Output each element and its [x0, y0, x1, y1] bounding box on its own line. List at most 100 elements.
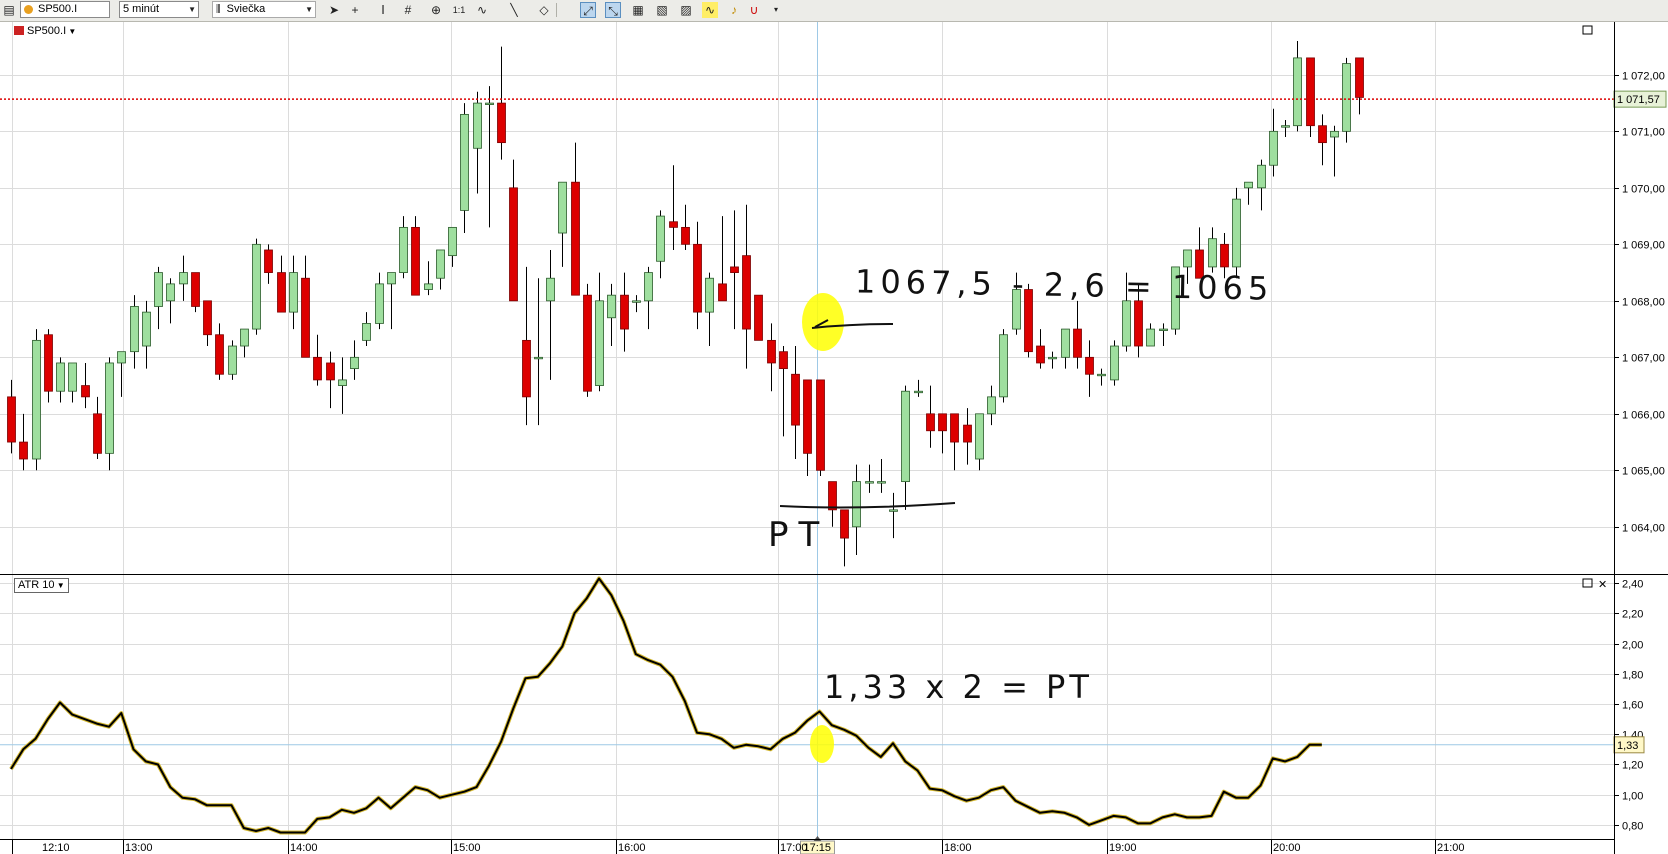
candle-bull [142, 311, 151, 347]
candle-bull [607, 294, 616, 319]
candle-bull [889, 509, 898, 512]
atr-legend[interactable]: ATR 10 ▼ [14, 578, 69, 593]
chart-area[interactable]: 17:15 12:10 13:00 14:00 15:00 16:00 17:00 18:0… [0, 22, 1668, 854]
zoom-icon[interactable]: ⊕ [428, 2, 444, 18]
candle-bull [350, 356, 359, 370]
candle-bear [803, 379, 812, 454]
time-tick-label: 20:00 [1273, 842, 1301, 854]
compare-icon[interactable]: ▧ [654, 2, 670, 18]
candle-bear [411, 226, 420, 296]
candle-bear [681, 226, 690, 245]
indicator-icon[interactable]: ∿ [474, 2, 490, 18]
candle-bull [644, 272, 653, 302]
atr-tick-label: 2,40 [1622, 579, 1643, 591]
candle-bull [999, 334, 1008, 398]
cursor-icon[interactable]: ➤ [326, 2, 342, 18]
time-tick-label: 13:00 [125, 842, 153, 854]
candle-bull [1208, 238, 1217, 268]
cursor-time-label: 17:15 [804, 842, 832, 854]
candle-bull [399, 226, 408, 273]
alert-bell-icon[interactable]: ♪ [726, 2, 742, 18]
candle-bear [840, 509, 849, 539]
candle-bull [534, 356, 543, 360]
candle-bear [754, 294, 763, 341]
candle-bear [828, 481, 837, 511]
eraser-icon[interactable]: ◇ [536, 2, 552, 18]
timeframe-value: 5 minút [123, 3, 160, 15]
candle-bear [326, 362, 335, 381]
crosshair-icon[interactable]: + [347, 2, 363, 18]
candle-bull [656, 215, 665, 262]
properties-icon[interactable]: ▨ [678, 2, 694, 18]
candle-bull [1122, 300, 1131, 347]
atr-tick-label: 1,00 [1622, 791, 1643, 803]
symbol-field[interactable]: SP500.I [20, 1, 110, 18]
chart-style-select[interactable]: ⫼ Sviečka ▼ [212, 1, 316, 18]
candle-bull [387, 272, 396, 285]
candle-bear [1036, 345, 1045, 364]
atr-tick-label: 1,80 [1622, 670, 1643, 682]
chevron-down-icon: ▼ [188, 5, 196, 14]
candle-bear [277, 272, 286, 313]
chart-style-value: Sviečka [226, 3, 266, 15]
candle-bear [926, 413, 935, 432]
candle-bear [718, 283, 727, 302]
indicator-list-icon[interactable]: ∿ [702, 2, 718, 18]
candle-bear [950, 413, 959, 443]
candle-bear [963, 424, 972, 443]
handwritten-calculation: 1067,5 - 2,6 = 1065 [854, 262, 1274, 308]
candle-bull [1097, 373, 1106, 377]
toolbar-separator [556, 3, 557, 17]
price-tick-label: 1 072,00 [1622, 71, 1665, 83]
candle-bull [240, 328, 249, 347]
candle-bull [448, 226, 457, 257]
chevron-down-icon: ▼ [305, 5, 313, 14]
candle-bull [130, 306, 139, 353]
magnet-icon[interactable]: ∪ [746, 2, 762, 18]
price-tick-label: 1 068,00 [1622, 297, 1665, 309]
candle-bull [1281, 125, 1290, 128]
candle-bull [436, 249, 445, 279]
candle-bear [583, 294, 592, 392]
time-tick-label: 19:00 [1109, 842, 1137, 854]
text-tool-icon[interactable]: Ⅰ [375, 2, 391, 18]
atr-pane-background [0, 575, 1614, 853]
candle-bear [313, 356, 322, 381]
candle-bear [779, 351, 788, 370]
template-icon[interactable]: ▦ [630, 2, 646, 18]
candle-bull [595, 300, 604, 386]
candle-bull [362, 323, 371, 341]
candle-bull [56, 362, 65, 392]
candle-bear [767, 339, 776, 364]
candle-bull [877, 481, 886, 484]
price-legend[interactable]: SP500.I ▼ [14, 25, 77, 38]
time-tick-label: 12:10 [42, 842, 70, 854]
chart-symbol-icon [14, 26, 24, 35]
handwritten-pt-label: PT [768, 515, 830, 555]
candle-bull [179, 272, 188, 285]
candle-bull [558, 181, 567, 234]
grid-icon[interactable]: # [400, 2, 416, 18]
auto-fit-icon[interactable]: ⤡ [605, 2, 621, 18]
chevron-down-icon: ▼ [66, 27, 77, 36]
close-atr-pane-icon[interactable]: ✕ [1598, 579, 1607, 591]
candle-bear [215, 334, 224, 375]
candle-bull [546, 277, 555, 302]
candle-bull [987, 396, 996, 415]
candle-bull [375, 283, 384, 324]
candle-bear [938, 413, 947, 432]
auto-scale-icon[interactable]: ⤢ [580, 2, 596, 18]
candle-bull [166, 283, 175, 302]
candle-bear [509, 187, 518, 302]
ticket-icon[interactable]: ▤ [1, 2, 17, 18]
more-icon[interactable]: ▾ [768, 2, 784, 18]
candle-bear [7, 396, 16, 443]
candle-bear [730, 266, 739, 273]
one-to-one-icon[interactable]: 1:1 [451, 2, 467, 18]
time-tick-label: 16:00 [618, 842, 646, 854]
candle-bear [191, 272, 200, 307]
line-tool-icon[interactable]: ╲ [506, 2, 522, 18]
candle-bull [1048, 356, 1057, 360]
timeframe-select[interactable]: 5 minút ▼ [119, 1, 199, 18]
atr-last-label: 1,33 [1617, 740, 1638, 752]
